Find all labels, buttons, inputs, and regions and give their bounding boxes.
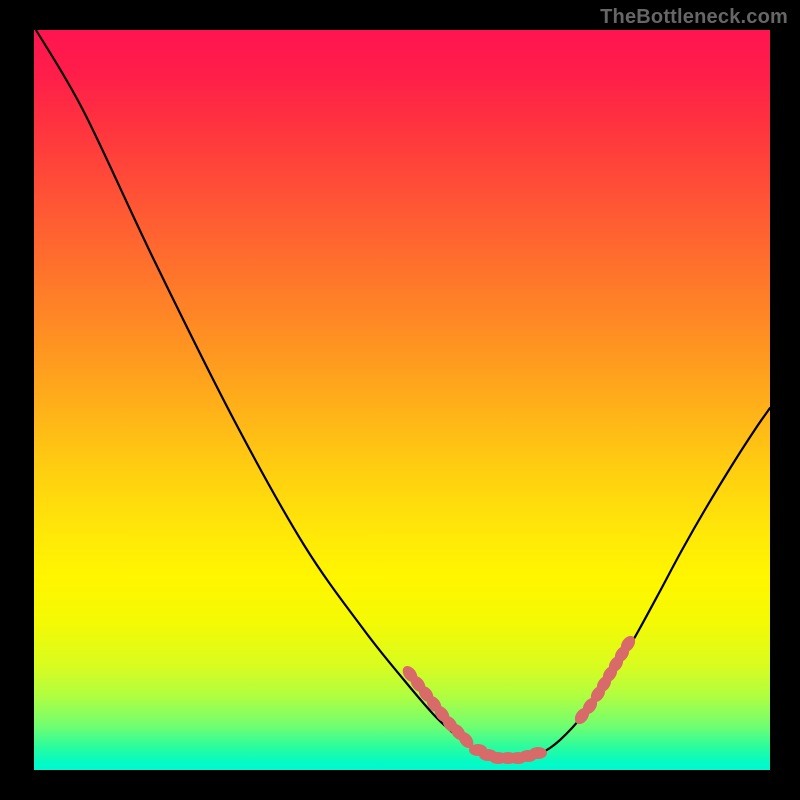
plot-area	[34, 30, 770, 770]
data-dots-left-descending	[400, 663, 477, 751]
data-point	[529, 747, 547, 759]
data-dots-trough	[469, 744, 547, 764]
chart-frame: TheBottleneck.com	[0, 0, 800, 800]
watermark-label: TheBottleneck.com	[600, 6, 788, 29]
data-dots-right-ascending	[572, 633, 638, 727]
chart-svg	[34, 30, 770, 770]
bottleneck-curve	[36, 30, 770, 758]
